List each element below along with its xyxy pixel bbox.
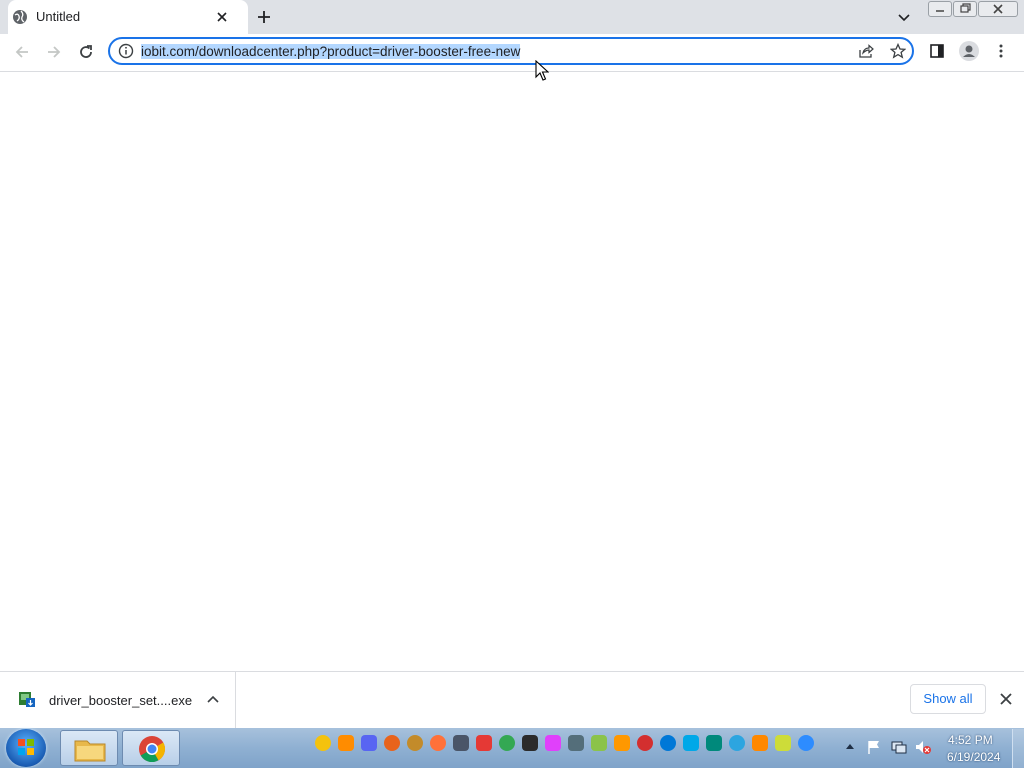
person-icon (963, 45, 975, 57)
zoom-icon[interactable] (798, 735, 814, 751)
chrome-icon (139, 736, 166, 763)
minimize-icon (936, 10, 944, 12)
installer-icon (19, 692, 35, 707)
film-icon[interactable] (568, 735, 584, 751)
taskbar-chrome[interactable] (122, 730, 180, 766)
chrome-icon[interactable] (499, 735, 515, 751)
network-icon[interactable] (890, 739, 908, 755)
windows-logo-icon (18, 739, 34, 755)
page-content (0, 72, 1024, 671)
url-text[interactable]: iobit.com/downloadcenter.php?product=dri… (141, 44, 521, 60)
skype-icon[interactable] (683, 735, 699, 751)
star-icon[interactable] (890, 43, 906, 59)
chevron-down-icon[interactable] (896, 9, 912, 25)
start-button[interactable] (6, 729, 46, 767)
close-icon[interactable] (214, 9, 230, 25)
clock-date[interactable]: 6/19/2024 (947, 750, 1000, 764)
chevron-up-icon[interactable] (205, 692, 221, 708)
app-icon[interactable] (775, 735, 791, 751)
chevron-up-icon[interactable] (845, 742, 855, 750)
window-close-button[interactable] (978, 1, 1018, 17)
vlc-icon[interactable] (752, 735, 768, 751)
close-icon (993, 4, 1003, 14)
share-icon[interactable] (858, 43, 874, 59)
restore-button[interactable] (953, 1, 977, 17)
profile-avatar[interactable] (959, 41, 979, 61)
info-icon[interactable] (118, 43, 134, 59)
download-file-name: driver_booster_set....exe (49, 693, 193, 708)
edge-icon[interactable] (660, 735, 676, 751)
globe-icon (13, 10, 27, 24)
app-icon[interactable] (545, 735, 561, 751)
close-icon[interactable] (998, 691, 1014, 707)
folder-icon (74, 740, 106, 762)
opera-icon[interactable] (637, 735, 653, 751)
app-icon[interactable] (407, 735, 423, 751)
taskbar-explorer[interactable] (60, 730, 118, 766)
show-all-button[interactable]: Show all (910, 684, 986, 714)
restore-icon (960, 3, 971, 13)
gimp-icon[interactable] (453, 735, 469, 751)
reload-icon[interactable] (76, 42, 96, 62)
audio-app-icon[interactable] (338, 735, 354, 751)
app-icon[interactable] (706, 735, 722, 751)
telegram-icon[interactable] (729, 735, 745, 751)
show-desktop-button[interactable] (1012, 729, 1024, 768)
back-arrow-icon[interactable] (12, 42, 32, 62)
inkscape-icon[interactable] (522, 735, 538, 751)
more-vert-icon[interactable] (993, 43, 1009, 59)
firefox-icon[interactable] (430, 735, 446, 751)
notepad-icon[interactable] (591, 735, 607, 751)
side-panel-icon[interactable] (929, 43, 945, 59)
app-icon[interactable] (476, 735, 492, 751)
app-tray-icon[interactable] (315, 735, 331, 751)
tab-title: Untitled (36, 9, 81, 24)
app-icon[interactable] (614, 735, 630, 751)
clock-time[interactable]: 4:52 PM (948, 733, 993, 747)
forward-arrow-icon[interactable] (44, 42, 64, 62)
discord-icon[interactable] (361, 735, 377, 751)
speaker-muted-icon[interactable] (914, 739, 932, 755)
flag-icon[interactable] (866, 739, 882, 755)
plus-icon[interactable] (254, 7, 274, 27)
url-selection: iobit.com/downloadcenter.php?product=dri… (141, 44, 521, 59)
minimize-button[interactable] (928, 1, 952, 17)
search-tool-icon[interactable] (384, 735, 400, 751)
